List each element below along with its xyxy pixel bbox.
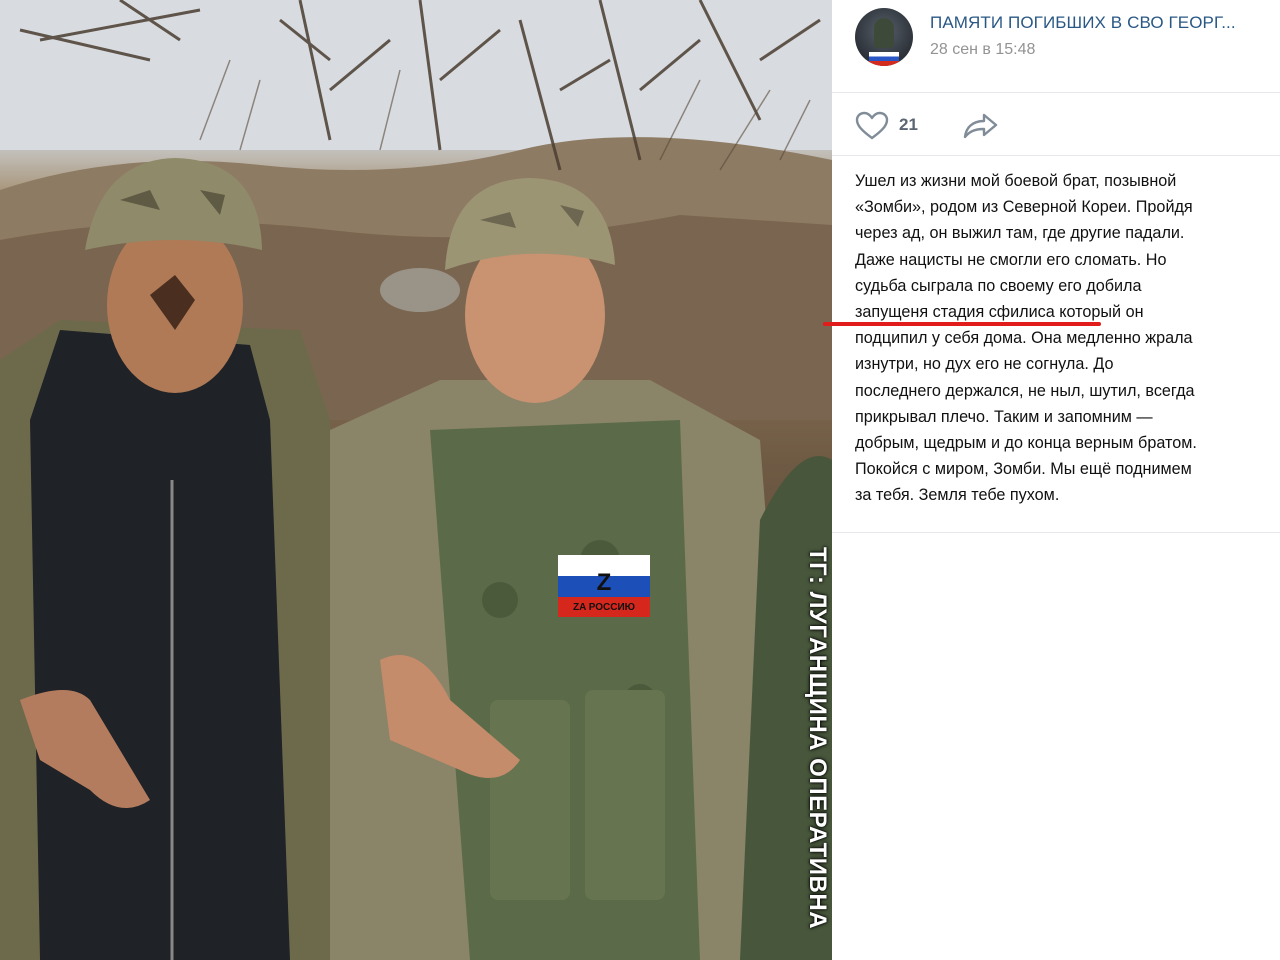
avatar-figure (874, 18, 894, 48)
watermark: ТГ: ЛУГАНЩИНА ОПЕРАТИВНА (800, 546, 832, 930)
post-text-line: подципил у себя дома. Она медленно жрала (855, 329, 1193, 348)
share-arrow-icon (963, 113, 998, 139)
group-avatar[interactable] (855, 8, 913, 66)
watermark-text: ТГ: ЛУГАНЩИНА ОПЕРАТИВНА (804, 546, 832, 930)
like-button[interactable] (855, 110, 891, 142)
post-text-line: добрым, щедрым и до конца верным братом. (855, 434, 1197, 453)
text-divider (832, 532, 1280, 533)
post-text-line: за тебя. Земля тебе пухом. (855, 486, 1060, 505)
post-text-line: прикрывал плечо. Таким и запомним — (855, 407, 1153, 426)
like-count: 21 (899, 115, 918, 134)
share-button[interactable] (962, 110, 1000, 140)
post-text: Ушел из жизни мой боевой брат, позывной … (855, 168, 1265, 509)
post-text-line: Покойся с миром, Зомби. Мы ещё поднимем (855, 460, 1192, 479)
header-divider (832, 92, 1280, 93)
group-name-link[interactable]: ПАМЯТИ ПОГИБШИХ В СВО ГЕОРГ... (930, 13, 1260, 33)
post-text-line: через ад, он выжил там, где другие падал… (855, 224, 1185, 243)
post-text-line: судьба сыграла по своему его добила (855, 276, 1142, 295)
patch-letter: Z (597, 569, 612, 596)
post-photo[interactable]: Z ZA РОССИЮ ТГ: ЛУГАНЩИНА ОПЕРАТИВНА (0, 0, 832, 960)
red-underline-annotation (823, 322, 1101, 326)
actions-divider (832, 155, 1280, 156)
post-text-line: «Зомби», родом из Северной Кореи. Пройдя (855, 198, 1193, 217)
avatar-flag (869, 52, 899, 66)
post-text-line: Ушел из жизни мой боевой брат, позывной (855, 172, 1177, 190)
post-text-line: изнутри, но дух его не согнула. До (855, 355, 1114, 374)
post-timestamp[interactable]: 28 сен в 15:48 (930, 41, 1035, 59)
post-text-line: последнего держался, не ныл, шутил, всег… (855, 381, 1195, 400)
patch-text: ZA РОССИЮ (573, 602, 635, 613)
heart-icon (855, 111, 889, 140)
photo-illustration: Z ZA РОССИЮ (0, 0, 832, 960)
post-text-line: Даже нацисты не смогли его сломать. Но (855, 250, 1167, 269)
